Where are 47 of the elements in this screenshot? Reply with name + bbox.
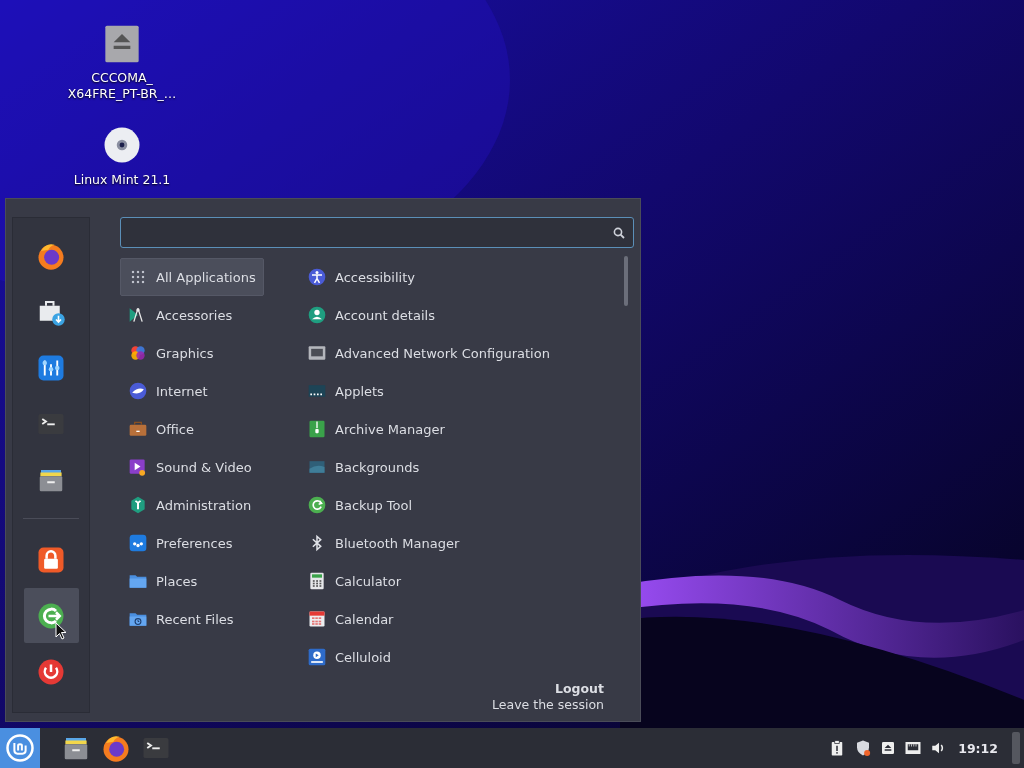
- application-label: Celluloid: [335, 649, 391, 665]
- category-item[interactable]: Internet: [120, 372, 216, 410]
- application-label: Applets: [335, 383, 384, 399]
- application-label: Accessibility: [335, 269, 415, 285]
- category-label: Sound & Video: [156, 459, 252, 475]
- application-label: Advanced Network Configuration: [335, 345, 550, 361]
- category-item[interactable]: Preferences: [120, 524, 241, 562]
- selected-item-description: Leave the session: [492, 697, 604, 713]
- category-label: Internet: [156, 383, 208, 399]
- application-item[interactable]: Calendar: [299, 600, 402, 638]
- category-item[interactable]: Sound & Video: [120, 448, 260, 486]
- clock[interactable]: 19:12: [958, 740, 998, 756]
- category-label: Accessories: [156, 307, 233, 323]
- application-label: Calendar: [335, 611, 394, 627]
- desktop-icon-label[interactable]: CCCOMA_ X64FRE_PT-BR_…: [67, 70, 177, 102]
- application-label: Calculator: [335, 573, 401, 589]
- application-item[interactable]: Celluloid: [299, 638, 399, 676]
- application-item[interactable]: Calculator: [299, 562, 409, 600]
- application-label: Backgrounds: [335, 459, 420, 475]
- application-item[interactable]: Account details: [299, 296, 443, 334]
- application-item[interactable]: Backup Tool: [299, 486, 421, 524]
- application-item[interactable]: Bluetooth Manager: [299, 524, 468, 562]
- category-item[interactable]: Recent Files: [120, 600, 242, 638]
- selected-item-title: Logout: [555, 681, 604, 697]
- application-item[interactable]: Accessibility: [299, 258, 423, 296]
- category-label: All Applications: [156, 269, 256, 285]
- application-item[interactable]: Backgrounds: [299, 448, 428, 486]
- application-label: Backup Tool: [335, 497, 413, 513]
- category-label: Preferences: [156, 535, 233, 551]
- application-item[interactable]: Advanced Network Configuration: [299, 334, 558, 372]
- application-label: Bluetooth Manager: [335, 535, 460, 551]
- category-item[interactable]: Graphics: [120, 334, 222, 372]
- application-label: Account details: [335, 307, 435, 323]
- application-item[interactable]: Applets: [299, 372, 392, 410]
- category-label: Recent Files: [156, 611, 234, 627]
- desktop-icon-label[interactable]: Linux Mint 21.1: [73, 172, 171, 188]
- application-label: Archive Manager: [335, 421, 445, 437]
- category-label: Places: [156, 573, 198, 589]
- category-label: Administration: [156, 497, 252, 513]
- category-item[interactable]: Administration: [120, 486, 260, 524]
- category-label: Office: [156, 421, 194, 437]
- category-item[interactable]: All Applications: [120, 258, 264, 296]
- category-item[interactable]: Office: [120, 410, 202, 448]
- application-item[interactable]: Archive Manager: [299, 410, 453, 448]
- category-item[interactable]: Places: [120, 562, 206, 600]
- category-item[interactable]: Accessories: [120, 296, 241, 334]
- category-label: Graphics: [156, 345, 214, 361]
